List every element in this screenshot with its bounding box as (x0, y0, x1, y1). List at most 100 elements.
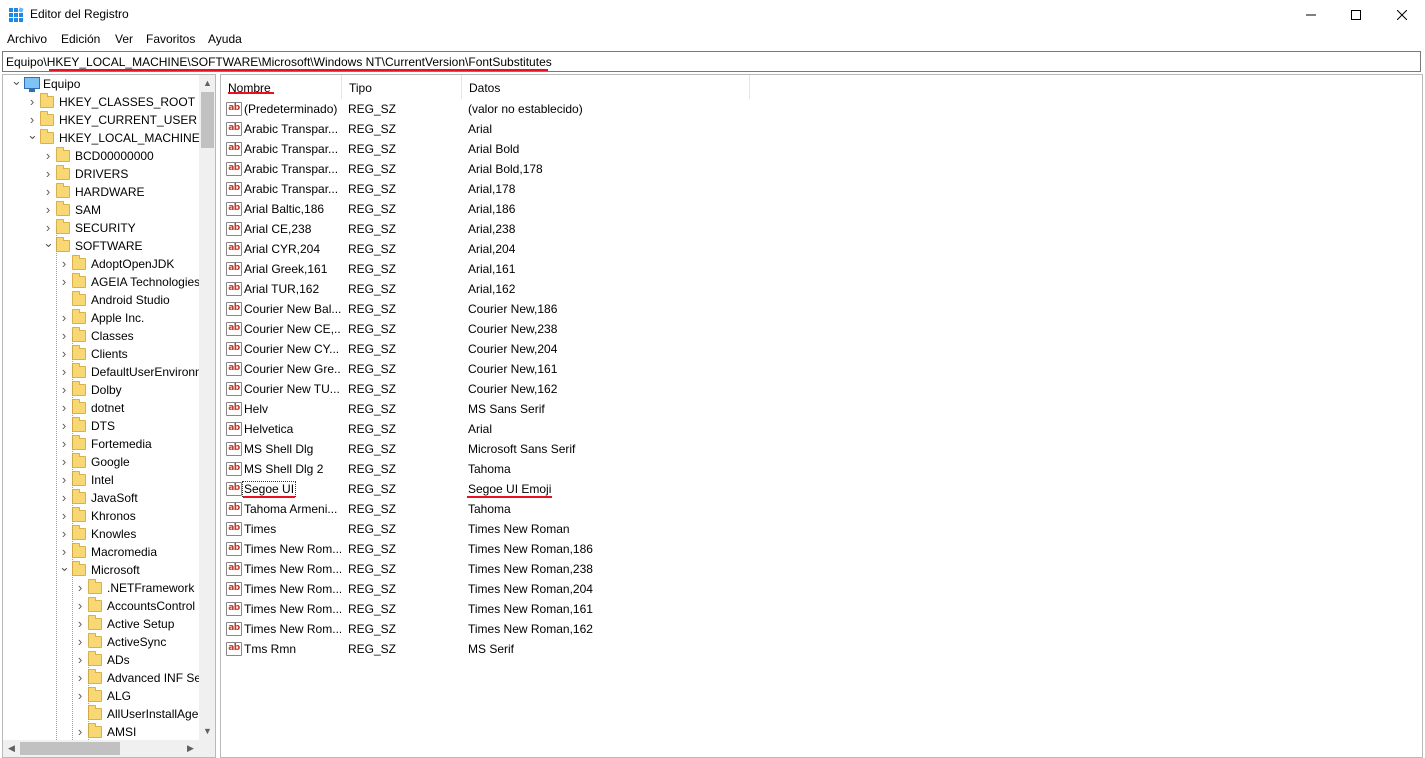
value-row[interactable]: ab Arabic Transpar... REG_SZ Arial,178 (221, 179, 1421, 199)
value-row[interactable]: ab Times New Rom... REG_SZ Times New Roman,… (221, 539, 1421, 559)
value-row[interactable]: ab Arabic Transpar... REG_SZ Arial Bold,178 (221, 159, 1421, 179)
chevron-right-icon[interactable]: › (59, 545, 69, 558)
chevron-right-icon[interactable]: › (75, 617, 85, 630)
value-data: Courier New,161 (468, 362, 558, 376)
column-header-name[interactable]: Nombre (221, 75, 342, 99)
key-tree[interactable]: ⌄ Equipo › HKEY_CLASSES_ROOT › HKEY_CURRENT_U… (2, 74, 216, 758)
value-row[interactable]: ab Helvetica REG_SZ Arial (221, 419, 1421, 439)
chevron-right-icon[interactable]: › (75, 581, 85, 594)
value-row[interactable]: ab Times New Rom... REG_SZ Times New Roman,… (221, 619, 1421, 639)
chevron-down-icon[interactable]: ⌄ (43, 236, 54, 252)
value-row[interactable]: ab Arial CE,238 REG_SZ Arial,238 (221, 219, 1421, 239)
address-path[interactable]: Equipo\HKEY_LOCAL_MACHINE\SOFTWARE\Micro… (6, 55, 552, 69)
chevron-right-icon[interactable]: › (43, 221, 53, 234)
chevron-right-icon[interactable]: › (75, 671, 85, 684)
menu-ayuda[interactable]: Ayuda (208, 32, 242, 46)
value-row[interactable]: ab Arial Greek,161 REG_SZ Arial,161 (221, 259, 1421, 279)
value-data: Microsoft Sans Serif (468, 442, 576, 456)
value-row[interactable]: ab Tms Rmn REG_SZ MS Serif (221, 639, 1421, 659)
chevron-right-icon[interactable]: › (59, 419, 69, 432)
tree-vertical-scrollbar[interactable]: ▲ ▼ (199, 75, 215, 740)
chevron-right-icon[interactable]: › (59, 509, 69, 522)
column-header-type[interactable]: Tipo (342, 75, 462, 99)
value-row[interactable]: ab (Predeterminado) REG_SZ (valor no establ… (221, 99, 1421, 119)
value-row[interactable]: ab Times REG_SZ Times New Roman (221, 519, 1421, 539)
chevron-right-icon[interactable]: › (59, 491, 69, 504)
chevron-right-icon[interactable]: › (59, 257, 69, 270)
tree-horizontal-scrollbar[interactable]: ◀ ▶ (3, 740, 215, 757)
value-row[interactable]: ab Courier New Bal... REG_SZ Courier New,18… (221, 299, 1421, 319)
value-row[interactable]: ab Arial Baltic,186 REG_SZ Arial,186 (221, 199, 1421, 219)
value-row[interactable]: ab Tahoma Armeni... REG_SZ Tahoma (221, 499, 1421, 519)
value-row[interactable]: ab Arial TUR,162 REG_SZ Arial,162 (221, 279, 1421, 299)
maximize-button[interactable] (1333, 0, 1379, 30)
menu-edicion[interactable]: Edición (61, 32, 100, 46)
value-row[interactable]: ab Times New Rom... REG_SZ Times New Roman,… (221, 599, 1421, 619)
chevron-right-icon[interactable]: › (75, 689, 85, 702)
scroll-right-arrow-icon[interactable]: ▶ (182, 740, 199, 757)
value-data: Arial,204 (468, 242, 516, 256)
chevron-right-icon[interactable]: › (59, 347, 69, 360)
chevron-right-icon[interactable]: › (43, 167, 53, 180)
chevron-right-icon[interactable]: › (43, 149, 53, 162)
close-button[interactable] (1379, 0, 1425, 30)
chevron-right-icon[interactable]: › (43, 203, 53, 216)
folder-icon (72, 525, 86, 540)
value-row[interactable]: ab Courier New CE,... REG_SZ Courier New,23… (221, 319, 1421, 339)
chevron-right-icon[interactable]: › (27, 113, 37, 126)
value-row[interactable]: ab Arabic Transpar... REG_SZ Arial Bold (221, 139, 1421, 159)
chevron-right-icon[interactable]: › (75, 725, 85, 738)
tree-vertical-scroll-thumb[interactable] (201, 92, 214, 148)
chevron-right-icon[interactable]: › (75, 635, 85, 648)
column-header-data[interactable]: Datos (462, 75, 750, 99)
values-list[interactable]: Nombre Tipo Datos ab (Predeterminado) REG_… (220, 74, 1423, 758)
value-name: Arial TUR,162 (244, 282, 320, 296)
chevron-right-icon[interactable]: › (59, 401, 69, 414)
chevron-right-icon[interactable]: › (59, 383, 69, 396)
value-row[interactable]: ab Helv REG_SZ MS Sans Serif (221, 399, 1421, 419)
address-bar[interactable]: Equipo\HKEY_LOCAL_MACHINE\SOFTWARE\Micro… (2, 51, 1421, 72)
tree-horizontal-scroll-thumb[interactable] (20, 742, 120, 755)
chevron-right-icon[interactable]: › (59, 275, 69, 288)
tree-guide-line (56, 229, 57, 740)
value-data: Times New Roman,238 (468, 562, 593, 576)
value-row[interactable]: ab Arial CYR,204 REG_SZ Arial,204 (221, 239, 1421, 259)
value-row[interactable]: ab MS Shell Dlg REG_SZ Microsoft Sans Serif (221, 439, 1421, 459)
chevron-right-icon[interactable]: › (59, 329, 69, 342)
scroll-left-arrow-icon[interactable]: ◀ (3, 740, 20, 757)
data-highlight-underline (467, 496, 552, 498)
chevron-right-icon[interactable]: › (43, 185, 53, 198)
chevron-right-icon[interactable]: › (59, 455, 69, 468)
value-type: REG_SZ (348, 402, 397, 416)
chevron-down-icon[interactable]: ⌄ (27, 128, 38, 144)
chevron-right-icon[interactable]: › (59, 311, 69, 324)
menu-archivo[interactable]: Archivo (7, 32, 47, 46)
value-name: Arabic Transpar... (244, 142, 339, 156)
scroll-down-arrow-icon[interactable]: ▼ (199, 723, 215, 740)
chevron-right-icon[interactable]: › (59, 437, 69, 450)
chevron-right-icon[interactable]: › (59, 365, 69, 378)
chevron-right-icon[interactable]: › (59, 473, 69, 486)
chevron-right-icon[interactable]: › (75, 653, 85, 666)
minimize-button[interactable] (1288, 0, 1334, 30)
folder-icon (56, 219, 70, 234)
value-row[interactable]: ab Times New Rom... REG_SZ Times New Roman,… (221, 579, 1421, 599)
folder-icon (56, 237, 70, 252)
chevron-right-icon[interactable]: › (27, 95, 37, 108)
value-row[interactable]: ab MS Shell Dlg 2 REG_SZ Tahoma (221, 459, 1421, 479)
value-row[interactable]: ab Times New Rom... REG_SZ Times New Roman,… (221, 559, 1421, 579)
menu-ver[interactable]: Ver (115, 32, 133, 46)
value-row[interactable]: ab Courier New Gre... REG_SZ Courier New,16… (221, 359, 1421, 379)
chevron-down-icon[interactable]: ⌄ (59, 560, 70, 576)
value-name: Times New Rom... (244, 542, 341, 556)
value-row[interactable]: ab Courier New TU... REG_SZ Courier New,162 (221, 379, 1421, 399)
value-row[interactable]: ab Segoe UI REG_SZ Segoe UI Emoji (221, 479, 1421, 499)
title-bar: Editor del Registro (0, 0, 1425, 30)
menu-favoritos[interactable]: Favoritos (146, 32, 195, 46)
chevron-down-icon[interactable]: ⌄ (11, 75, 22, 90)
value-row[interactable]: ab Courier New CY... REG_SZ Courier New,204 (221, 339, 1421, 359)
scroll-up-arrow-icon[interactable]: ▲ (199, 75, 215, 92)
value-row[interactable]: ab Arabic Transpar... REG_SZ Arial (221, 119, 1421, 139)
chevron-right-icon[interactable]: › (75, 599, 85, 612)
chevron-right-icon[interactable]: › (59, 527, 69, 540)
